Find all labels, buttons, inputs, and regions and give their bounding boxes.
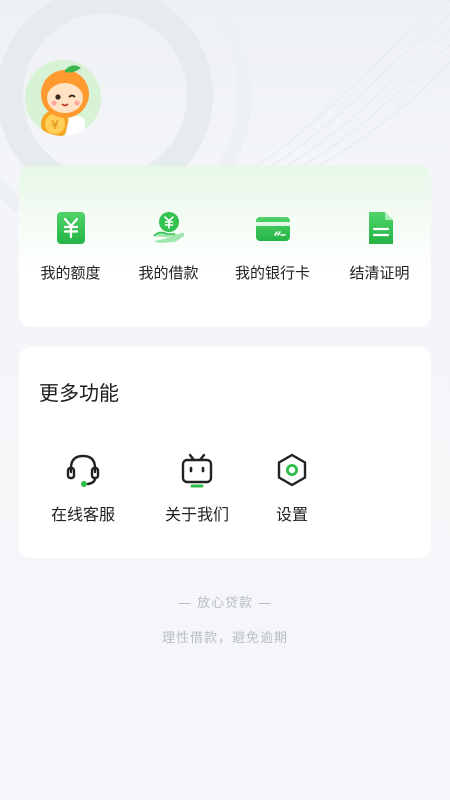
bank-card-icon: [255, 217, 290, 241]
quick-action-label: 结清证明: [349, 264, 410, 282]
footer-slogan: 理性借款，避免逾期: [161, 631, 288, 646]
document-icon: [368, 212, 393, 244]
function-label: 关于我们: [164, 505, 229, 524]
profile-page: ¥ 我的额度 我的借款 我的银行卡 结清证明 更多功能 在线客服 关于我们 设置…: [0, 0, 450, 800]
footer-brand: — 放心贷款 —: [177, 596, 273, 611]
tv-robot-icon: [181, 453, 213, 488]
quick-action-label: 我的银行卡: [234, 264, 310, 282]
section-title: 更多功能: [39, 381, 119, 405]
quick-action-label: 我的额度: [40, 264, 101, 282]
function-about-us[interactable]: 关于我们: [151, 447, 243, 527]
quick-action-label: 我的借款: [138, 264, 199, 282]
quick-action-settlement-certificate[interactable]: 结清证明: [328, 206, 431, 296]
hand-yuan-icon: [152, 212, 184, 243]
yuan-card-icon: [56, 212, 85, 244]
function-label: 在线客服: [50, 505, 115, 524]
mascot-avatar-icon: ¥: [25, 60, 101, 136]
function-settings[interactable]: 设置: [246, 447, 338, 527]
quick-actions-row: 我的额度 我的借款 我的银行卡 结清证明: [19, 166, 431, 327]
quick-actions-card: 我的额度 我的借款 我的银行卡 结清证明: [19, 166, 431, 327]
quick-action-my-bank-cards[interactable]: 我的银行卡: [221, 206, 324, 296]
headset-icon: [66, 454, 100, 487]
hexagon-settings-icon: [277, 453, 307, 487]
quick-action-my-loans[interactable]: 我的借款: [117, 206, 220, 296]
more-functions-card: 更多功能 在线客服 关于我们 设置: [19, 347, 431, 558]
quick-action-my-credit[interactable]: 我的额度: [19, 206, 122, 296]
svg-text:¥: ¥: [51, 118, 59, 132]
avatar[interactable]: ¥: [25, 60, 101, 136]
function-label: 设置: [275, 505, 308, 524]
function-online-support[interactable]: 在线客服: [37, 447, 129, 527]
